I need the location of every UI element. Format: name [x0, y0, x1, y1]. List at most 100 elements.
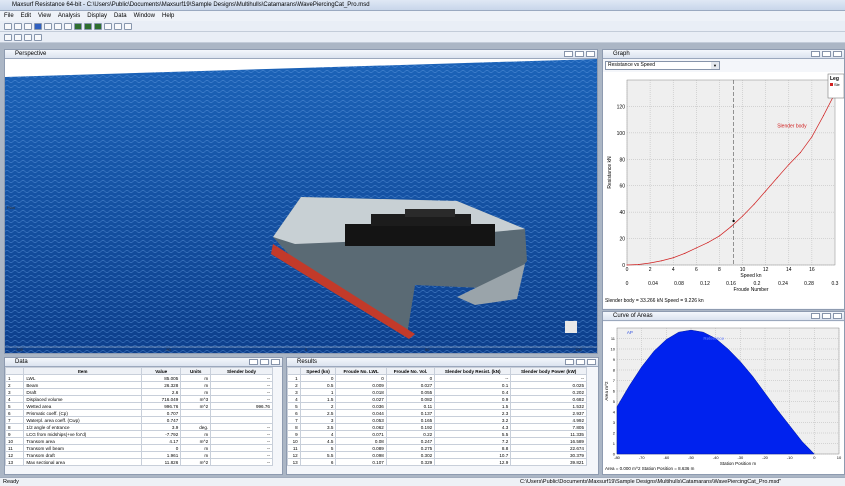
table-row[interactable]: 13 Max sectional area 11.826 m^2 --	[5, 458, 273, 466]
table-icon[interactable]	[124, 22, 132, 30]
data-point	[661, 260, 663, 262]
chart-icon[interactable]	[114, 22, 122, 30]
table-row[interactable]: 9 LCG from midships(+ve for'd) -7.792 m --	[5, 430, 273, 438]
data-cell: --	[210, 374, 273, 382]
maximize-icon[interactable]	[822, 313, 831, 319]
data-cell	[210, 409, 273, 417]
data-column-header[interactable]	[5, 367, 25, 375]
table-row[interactable]: 12 Transom draft 1.961 m --	[5, 451, 273, 459]
table-row[interactable]: 10 Transom area 4.17 m^2 --	[5, 437, 273, 445]
results-cell: 11	[287, 444, 301, 452]
table-row[interactable]: 5 2 0.036 0.11 1.5 1.532	[287, 402, 587, 410]
table-row[interactable]: 5 Wetted area 996.76 m^2 996.76	[5, 402, 273, 410]
table-row[interactable]: 13 6 0.107 0.329 12.9 39.821	[287, 458, 587, 466]
table-row[interactable]: 11 Transom w/l beam 0 m --	[5, 444, 273, 452]
data-point	[753, 203, 755, 205]
results-column-header[interactable]: Froude No. Vol.	[385, 367, 436, 375]
results-column-header[interactable]: Slender body Power (kW)	[510, 367, 587, 375]
data-column-header[interactable]: Value	[141, 367, 182, 375]
zoom-icon[interactable]	[44, 22, 52, 30]
table-row[interactable]: 9 4 0.071 0.22 5.5 11.335	[287, 430, 587, 438]
graph-type-select[interactable]: Resistance vs Speed ▼	[605, 61, 720, 70]
run-icon[interactable]	[34, 22, 42, 30]
table-row[interactable]: 11 5 0.089 0.275 8.8 22.674	[287, 444, 587, 452]
table-row[interactable]: 2 0.5 0.009 0.027 0.1 0.025	[287, 381, 587, 389]
table-row[interactable]: 4 1.5 0.027 0.082 0.9 0.682	[287, 395, 587, 403]
table-row[interactable]: 7 3 0.053 0.165 3.2 4.992	[287, 416, 587, 424]
menu-data[interactable]: Data	[114, 13, 127, 19]
table-row[interactable]: 6 Prismatic coeff. (Cp) 0.707	[5, 409, 273, 417]
menu-help[interactable]: Help	[162, 13, 174, 19]
table-row[interactable]: 3 1 0.018 0.055 0.4 0.202	[287, 388, 587, 396]
close-icon[interactable]	[833, 313, 842, 319]
menu-edit[interactable]: Edit	[21, 13, 31, 19]
new-icon[interactable]	[4, 22, 12, 30]
copy-icon[interactable]	[14, 33, 22, 41]
data-cell: 0.747	[141, 416, 182, 424]
data-cell: Prismatic coeff. (Cp)	[23, 409, 143, 417]
rotate-icon[interactable]	[64, 22, 72, 30]
results-cell: 12	[287, 451, 301, 459]
view-icon[interactable]	[74, 22, 82, 30]
minimize-icon[interactable]	[564, 51, 573, 57]
results-column-header[interactable]	[287, 367, 301, 375]
results-cell: 0.055	[385, 388, 436, 396]
print-icon[interactable]	[24, 33, 32, 41]
results-cell: 2.3	[434, 409, 512, 417]
minimize-icon[interactable]	[811, 313, 820, 319]
maximize-icon[interactable]	[822, 51, 831, 57]
table-row[interactable]: 3 Draft 2.6 m --	[5, 388, 273, 396]
results-cell: 0.036	[335, 402, 387, 410]
close-icon[interactable]	[586, 51, 595, 57]
settings-icon[interactable]	[34, 33, 42, 41]
menu-display[interactable]: Display	[87, 13, 107, 19]
menu-window[interactable]: Window	[134, 13, 155, 19]
menu-analysis[interactable]: Analysis	[58, 13, 80, 19]
results-column-header[interactable]: Speed (kn)	[299, 367, 337, 375]
chevron-down-icon[interactable]: ▼	[711, 62, 719, 69]
file-icon[interactable]	[4, 33, 12, 41]
data-column-header[interactable]: Item	[23, 367, 143, 375]
results-cell: 4.3	[434, 423, 512, 431]
graph-readout: Slender body = 33.266 kN Speed = 9.226 k…	[605, 298, 704, 304]
table-row[interactable]: 1 LWL 85.005 m --	[5, 374, 273, 382]
maximize-icon[interactable]	[575, 51, 584, 57]
table-row[interactable]: 4 Displaced volume 716.049 m^3 --	[5, 395, 273, 403]
menu-file[interactable]: File	[4, 13, 14, 19]
pan-icon[interactable]	[54, 22, 62, 30]
table-row[interactable]: 7 Waterpl. area coeff. (Cwp) 0.747	[5, 416, 273, 424]
close-icon[interactable]	[833, 51, 842, 57]
data-column-header[interactable]: Units	[180, 367, 212, 375]
results-column-header[interactable]: Slender body Resist. (kN)	[434, 367, 512, 375]
save-icon[interactable]	[24, 22, 32, 30]
table-row[interactable]: 8 1/2 angle of entrance 3.9 deg. --	[5, 423, 273, 431]
table-row[interactable]: 2 Beam 26.328 m --	[5, 381, 273, 389]
results-column-header[interactable]: Froude No. LWL	[335, 367, 387, 375]
data-column-header[interactable]: Slender body	[210, 367, 273, 375]
curve-of-areas-chart[interactable]: -80 -70 -60 -50 -40 -30 -20 -10 0 100123456789101…	[603, 322, 844, 474]
view3-icon[interactable]	[94, 22, 102, 30]
data-point	[672, 257, 674, 259]
table-row[interactable]: 12 5.5 0.098 0.302 10.7 30.379	[287, 451, 587, 459]
minimize-icon[interactable]	[249, 359, 258, 365]
minimize-icon[interactable]	[811, 51, 820, 57]
data-cell: 4	[5, 395, 25, 403]
view2-icon[interactable]	[84, 22, 92, 30]
close-icon[interactable]	[587, 359, 596, 365]
open-icon[interactable]	[14, 22, 22, 30]
data-cell: Displaced volume	[23, 395, 143, 403]
table-row[interactable]: 8 3.5 0.062 0.192 4.3 7.805	[287, 423, 587, 431]
graph-icon[interactable]	[104, 22, 112, 30]
maximize-icon[interactable]	[576, 359, 585, 365]
perspective-view[interactable]: -100 -50 0 50 100 Plan	[5, 59, 597, 353]
maximize-icon[interactable]	[260, 359, 269, 365]
data-cell: --	[210, 437, 273, 445]
froude-tick-label: 0.28	[804, 281, 814, 287]
table-row[interactable]: 10 4.5 0.08 0.247 7.2 16.589	[287, 437, 587, 445]
menu-view[interactable]: View	[38, 13, 51, 19]
resistance-chart[interactable]: 0 2 4 6 8 10 12 14 160204060801001200 0.04 0.08 0.1…	[603, 72, 844, 308]
minimize-icon[interactable]	[565, 359, 574, 365]
close-icon[interactable]	[271, 359, 280, 365]
table-row[interactable]: 6 2.5 0.044 0.137 2.3 2.937	[287, 409, 587, 417]
table-row[interactable]: 1 0 0 0 -- --	[287, 374, 587, 382]
